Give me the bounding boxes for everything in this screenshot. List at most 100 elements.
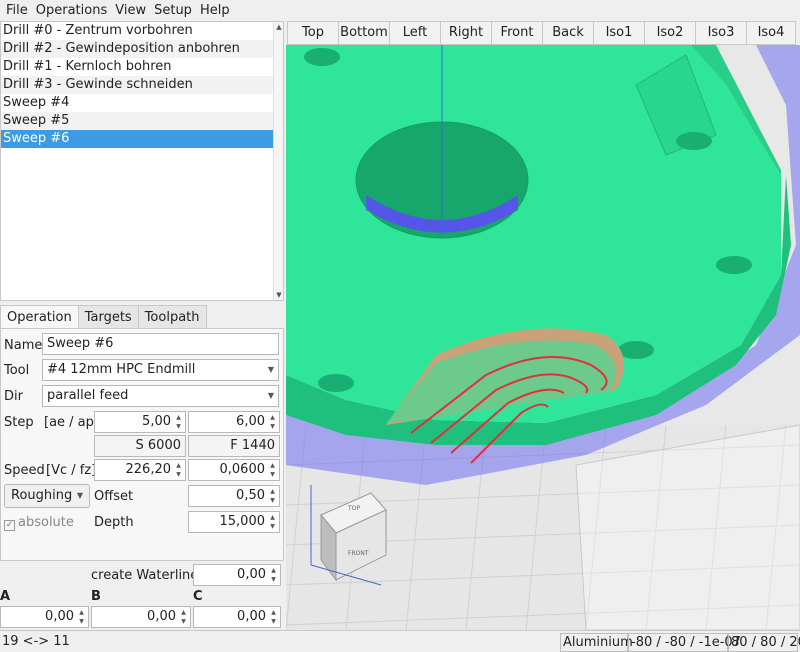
operation-item[interactable]: Drill #3 - Gewinde schneiden <box>1 76 283 94</box>
waterline-value: 0,00 <box>237 567 266 582</box>
offset-value: 0,50 <box>236 488 265 503</box>
step-ae-value: 5,00 <box>142 414 171 429</box>
property-tabs: Operation Targets Toolpath <box>0 305 207 329</box>
axis-b-label: B <box>91 589 101 604</box>
menu-help[interactable]: Help <box>196 0 234 21</box>
spin-arrows-icon[interactable]: ▲ ▼ <box>269 566 278 584</box>
scroll-down-icon[interactable]: ▼ <box>275 290 283 300</box>
step-ap-spinbox[interactable]: 6,00 ▲ ▼ <box>188 411 280 433</box>
step-label: Step <box>4 415 34 430</box>
tab-targets[interactable]: Targets <box>77 305 139 329</box>
menu-file[interactable]: File <box>2 0 32 21</box>
view-front-button[interactable]: Front <box>491 21 543 45</box>
feed-rate-display: F 1440 <box>188 435 280 457</box>
absolute-checkbox[interactable]: ✓ absolute <box>4 515 74 531</box>
spin-arrows-icon[interactable]: ▲ ▼ <box>77 608 86 626</box>
view-bottom-button[interactable]: Bottom <box>338 21 390 45</box>
step-ap-value: 6,00 <box>236 414 265 429</box>
chevron-down-icon: ▼ <box>267 391 274 400</box>
bolt-hole <box>618 341 654 359</box>
extra-parameters: create Waterline 0,00 ▲ ▼ A B C 0,00 ▲ ▼ 0… <box>0 561 284 629</box>
view-iso3-button[interactable]: Iso3 <box>695 21 747 45</box>
operation-item[interactable]: Drill #0 - Zentrum vorbohren <box>1 22 283 40</box>
status-material: Aluminium <box>560 633 633 652</box>
mode-value: Roughing <box>11 488 73 503</box>
status-bbox-min: -80 / -80 / -1e-07 <box>628 633 741 652</box>
view-back-button[interactable]: Back <box>542 21 594 45</box>
menu-bar: File Operations View Setup Help <box>0 0 800 21</box>
depth-label: Depth <box>94 515 134 530</box>
bolt-hole <box>318 374 354 392</box>
view-toolbar: Top Bottom Left Right Front Back Iso1 Is… <box>287 21 800 45</box>
spin-arrows-icon[interactable]: ▲ ▼ <box>268 461 277 479</box>
speed-vc-value: 226,20 <box>125 462 172 477</box>
speed-fz-spinbox[interactable]: 0,0600 ▲ ▼ <box>188 459 280 481</box>
view-right-button[interactable]: Right <box>440 21 492 45</box>
spin-arrows-icon[interactable]: ▲ ▼ <box>268 487 277 505</box>
operation-list[interactable]: Drill #0 - Zentrum vorbohren Drill #2 - … <box>0 21 284 301</box>
spindle-speed-display: S 6000 <box>94 435 186 457</box>
bolt-hole <box>304 48 340 66</box>
tab-operation[interactable]: Operation <box>0 305 79 329</box>
chevron-down-icon: ▼ <box>267 365 274 374</box>
3d-scene[interactable]: TOP FRONT <box>286 45 800 630</box>
bolt-hole <box>676 132 712 150</box>
bolt-hole <box>716 256 752 274</box>
viewcube-top-label: TOP <box>347 505 360 512</box>
operation-item[interactable]: Drill #2 - Gewindeposition anbohren <box>1 40 283 58</box>
step-ae-spinbox[interactable]: 5,00 ▲ ▼ <box>94 411 186 433</box>
operation-list-scrollbar[interactable]: ▲ ▼ <box>273 22 283 300</box>
spin-arrows-icon[interactable]: ▲ ▼ <box>269 608 278 626</box>
spin-arrows-icon[interactable]: ▲ ▼ <box>179 608 188 626</box>
operation-panel: Name Sweep #6 Tool #4 12mm HPC Endmill ▼… <box>0 328 284 561</box>
operation-item-selected[interactable]: Sweep #6 <box>1 130 274 148</box>
spin-arrows-icon[interactable]: ▲ ▼ <box>268 413 277 431</box>
speed-units: [Vc / fz] <box>46 463 97 478</box>
tool-label: Tool <box>4 363 30 378</box>
name-label: Name <box>4 338 43 353</box>
view-top-button[interactable]: Top <box>287 21 339 45</box>
operation-item[interactable]: Sweep #4 <box>1 94 283 112</box>
axis-b-value: 0,00 <box>147 609 176 624</box>
depth-spinbox[interactable]: 15,000 ▲ ▼ <box>188 511 280 533</box>
tool-select[interactable]: #4 12mm HPC Endmill ▼ <box>42 359 279 381</box>
axis-a-spinbox[interactable]: 0,00 ▲ ▼ <box>0 606 89 628</box>
waterline-label: create Waterline <box>91 568 199 583</box>
offset-spinbox[interactable]: 0,50 ▲ ▼ <box>188 485 280 507</box>
view-iso2-button[interactable]: Iso2 <box>644 21 696 45</box>
speed-vc-spinbox[interactable]: 226,20 ▲ ▼ <box>94 459 186 481</box>
dir-select[interactable]: parallel feed ▼ <box>42 385 279 407</box>
depth-value: 15,000 <box>219 514 266 529</box>
chevron-down-icon: ▼ <box>76 491 83 500</box>
spin-arrows-icon[interactable]: ▲ ▼ <box>268 513 277 531</box>
name-input[interactable]: Sweep #6 <box>42 333 279 355</box>
operation-item[interactable]: Sweep #5 <box>1 112 283 130</box>
axis-b-spinbox[interactable]: 0,00 ▲ ▼ <box>91 606 191 628</box>
menu-view[interactable]: View <box>111 0 150 21</box>
tool-select-value: #4 12mm HPC Endmill <box>47 362 196 377</box>
3d-viewport[interactable]: TOP FRONT <box>286 45 800 630</box>
axis-a-label: A <box>0 589 11 604</box>
menu-setup[interactable]: Setup <box>150 0 196 21</box>
scroll-up-icon[interactable]: ▲ <box>275 22 283 32</box>
axis-c-spinbox[interactable]: 0,00 ▲ ▼ <box>193 606 281 628</box>
waterline-spinbox[interactable]: 0,00 ▲ ▼ <box>193 564 281 586</box>
dir-select-value: parallel feed <box>47 388 129 403</box>
view-left-button[interactable]: Left <box>389 21 441 45</box>
axis-c-label: C <box>193 589 203 604</box>
spin-arrows-icon[interactable]: ▲ ▼ <box>174 413 183 431</box>
speed-fz-value: 0,0600 <box>219 462 266 477</box>
spin-arrows-icon[interactable]: ▲ ▼ <box>174 461 183 479</box>
status-bar: 19 <-> 11 Aluminium -80 / -80 / -1e-07 8… <box>0 630 800 652</box>
status-bbox-max: 80 / 80 / 20 <box>728 633 800 652</box>
axis-a-value: 0,00 <box>45 609 74 624</box>
tab-toolpath[interactable]: Toolpath <box>137 305 207 329</box>
menu-operations[interactable]: Operations <box>32 0 111 21</box>
view-iso1-button[interactable]: Iso1 <box>593 21 645 45</box>
dir-label: Dir <box>4 389 23 404</box>
operation-item[interactable]: Drill #1 - Kernloch bohren <box>1 58 283 76</box>
offset-label: Offset <box>94 489 134 504</box>
step-units: [ae / ap] <box>44 415 99 430</box>
mode-select-button[interactable]: Roughing ▼ <box>4 484 90 508</box>
view-iso4-button[interactable]: Iso4 <box>746 21 796 45</box>
